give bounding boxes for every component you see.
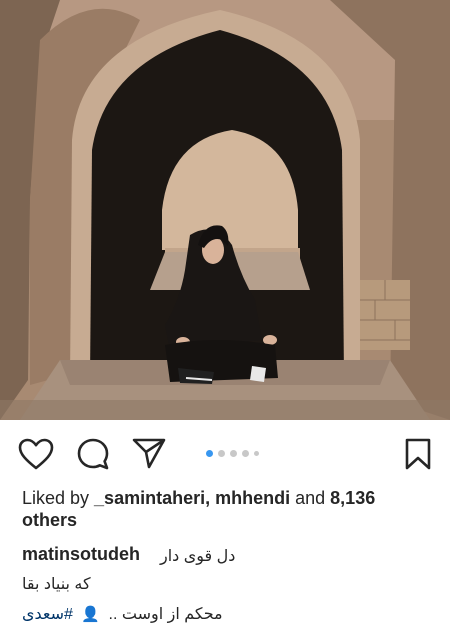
send-icon[interactable] (132, 437, 166, 469)
caption-username[interactable]: matinsotudeh (22, 544, 140, 565)
likes-prefix: Liked by (22, 488, 95, 508)
heart-icon[interactable] (18, 438, 54, 470)
caption-line-2: که بنیاد بقا (22, 576, 91, 593)
post-action-bar (0, 424, 450, 482)
caption-line-3: محکم از اوست .. 👤 #سعدی (22, 604, 223, 624)
hashtag-link[interactable]: #سعدی (22, 606, 73, 623)
liker-username-1[interactable]: _samintaheri (94, 488, 205, 508)
caption-line-1: دل قوی دار (160, 548, 236, 565)
likes-count[interactable]: 8,136 (330, 488, 375, 508)
likes-suffix[interactable]: others (22, 510, 77, 530)
comment-icon[interactable] (76, 437, 110, 471)
likes-separator: , (205, 488, 216, 508)
carousel-indicator (206, 448, 259, 458)
carousel-dot-active (206, 449, 213, 457)
likes-middle: and (290, 488, 331, 508)
carousel-dot (254, 450, 259, 456)
caption-line-3-text: محکم از اوست .. (108, 606, 223, 623)
photo-illustration (0, 0, 450, 420)
bookmark-icon[interactable] (404, 437, 432, 471)
likes-summary: Liked by _samintaheri, mhhendi and 8,136… (22, 487, 432, 531)
post-photo[interactable] (0, 0, 450, 420)
carousel-dot (230, 449, 237, 457)
person-icon: 👤 (81, 606, 101, 623)
carousel-dot (218, 449, 225, 457)
carousel-dot (242, 449, 249, 457)
instagram-post: Liked by _samintaheri, mhhendi and 8,136… (0, 0, 450, 631)
liker-username-2[interactable]: mhhendi (215, 488, 290, 508)
